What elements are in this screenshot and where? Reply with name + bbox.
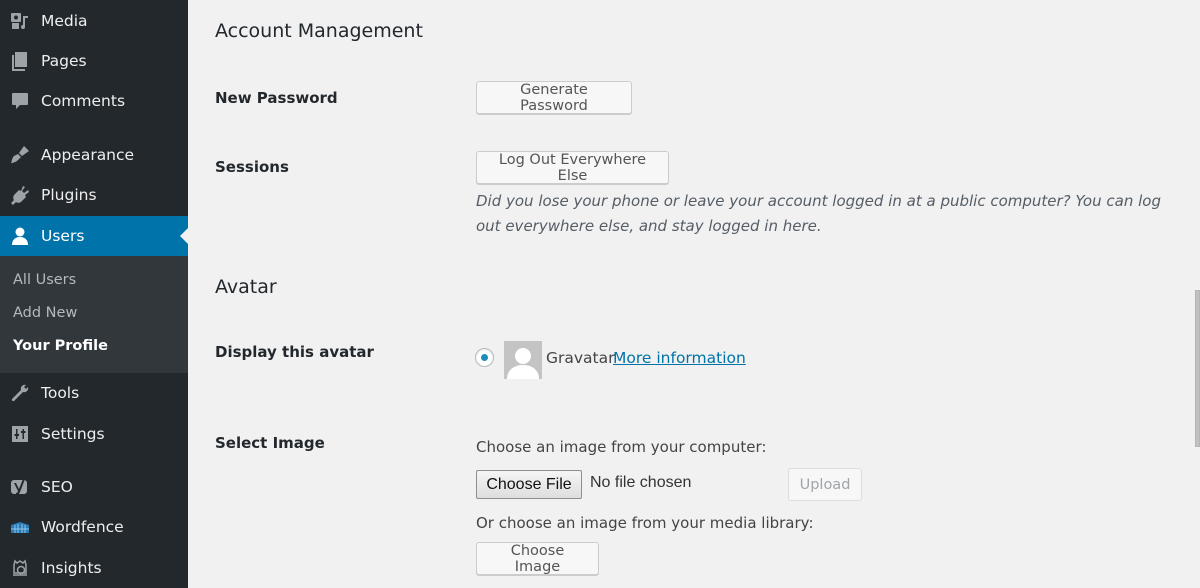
sidebar-item-label: Tools <box>41 384 80 402</box>
sidebar-item-pages[interactable]: Pages <box>0 41 188 81</box>
sidebar-item-label: Wordfence <box>41 518 124 536</box>
insights-icon <box>9 557 31 579</box>
sidebar-item-label: SEO <box>41 478 73 496</box>
sidebar-item-label: Appearance <box>41 146 135 164</box>
gravatar-label: Gravatar <box>546 349 615 367</box>
sidebar-item-plugins[interactable]: Plugins <box>0 175 188 215</box>
sidebar-item-label: Pages <box>41 52 87 70</box>
sidebar-item-label: Users <box>41 227 85 245</box>
file-status-text: No file chosen <box>590 474 692 491</box>
page-scrollbar[interactable] <box>1195 290 1200 447</box>
admin-sidebar: Media Pages Comments Appearance Plugins … <box>0 0 188 588</box>
sidebar-item-label: Comments <box>41 92 126 110</box>
sessions-label: Sessions <box>215 158 289 176</box>
sidebar-item-comments[interactable]: Comments <box>0 81 188 121</box>
media-icon <box>9 10 31 32</box>
upload-button[interactable]: Upload <box>788 468 862 501</box>
pages-icon <box>9 50 31 72</box>
submenu-item-add-new[interactable]: Add New <box>13 305 77 321</box>
sidebar-item-insights[interactable]: Insights <box>0 548 188 588</box>
generate-password-button[interactable]: Generate Password <box>476 81 632 114</box>
submenu-item-all-users[interactable]: All Users <box>13 272 76 288</box>
choose-file-button[interactable]: Choose File <box>476 470 582 499</box>
submenu-item-your-profile[interactable]: Your Profile <box>13 338 108 354</box>
sidebar-item-label: Media <box>41 12 88 30</box>
sidebar-item-label: Plugins <box>41 186 97 204</box>
comments-icon <box>9 90 31 112</box>
yoast-seo-icon <box>9 476 31 498</box>
more-information-link[interactable]: More information <box>613 349 746 367</box>
choose-computer-text: Choose an image from your computer: <box>476 438 767 456</box>
sidebar-item-seo[interactable]: SEO <box>0 467 188 507</box>
sidebar-item-wordfence[interactable]: Wordfence <box>0 507 188 547</box>
account-management-heading: Account Management <box>215 20 423 42</box>
sidebar-item-tools[interactable]: Tools <box>0 373 188 413</box>
sidebar-item-appearance[interactable]: Appearance <box>0 135 188 175</box>
sidebar-item-media[interactable]: Media <box>0 1 188 41</box>
sessions-description: Did you lose your phone or leave your ac… <box>476 192 1161 235</box>
wordfence-icon <box>9 516 31 538</box>
display-avatar-label: Display this avatar <box>215 343 374 361</box>
settings-icon <box>9 423 31 445</box>
appearance-icon <box>9 144 31 166</box>
sidebar-item-settings[interactable]: Settings <box>0 414 188 454</box>
logout-everywhere-button[interactable]: Log Out Everywhere Else <box>476 151 669 184</box>
choose-image-button[interactable]: Choose Image <box>476 542 599 575</box>
avatar-heading: Avatar <box>215 276 277 298</box>
sidebar-item-users[interactable]: Users <box>0 216 188 256</box>
new-password-label: New Password <box>215 89 338 107</box>
users-icon <box>9 225 31 247</box>
plugins-icon <box>9 184 31 206</box>
choose-library-text: Or choose an image from your media libra… <box>476 514 814 532</box>
select-image-label: Select Image <box>215 434 325 452</box>
avatar-image <box>504 341 542 379</box>
tools-icon <box>9 382 31 404</box>
users-submenu: All Users Add New Your Profile <box>0 256 188 373</box>
sidebar-item-label: Settings <box>41 425 105 443</box>
sidebar-item-label: Insights <box>41 559 102 577</box>
default-avatar-icon <box>507 348 539 379</box>
gravatar-radio[interactable] <box>475 348 494 367</box>
